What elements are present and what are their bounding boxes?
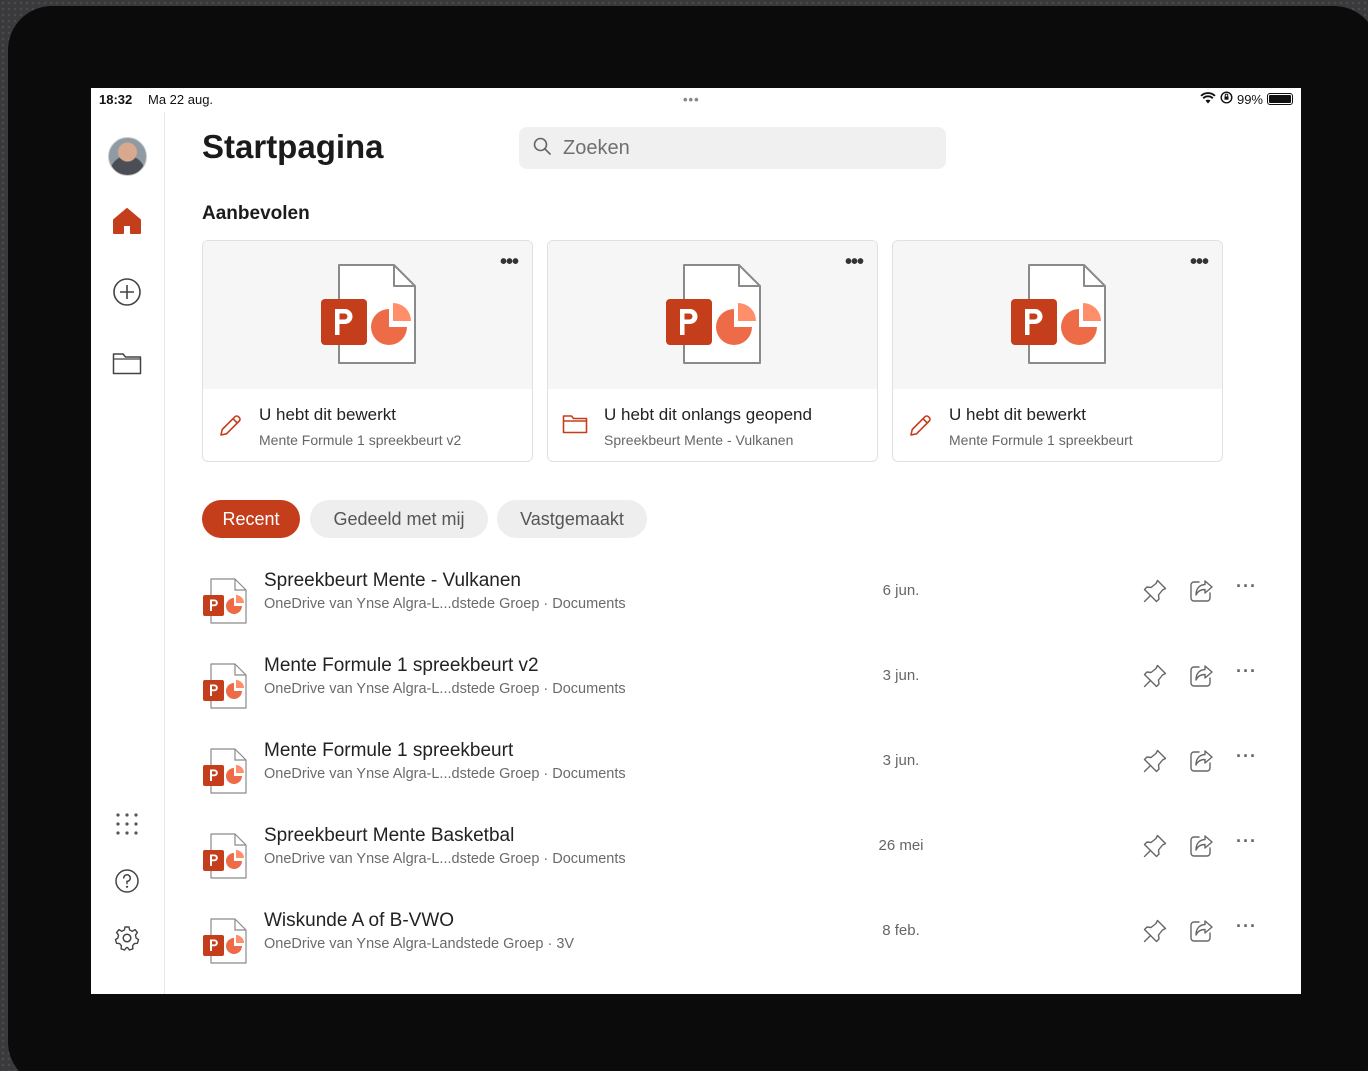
share-icon[interactable] — [1188, 833, 1214, 864]
battery-icon — [1267, 93, 1293, 105]
sidebar-item-files[interactable] — [110, 348, 144, 382]
more-options-button[interactable]: ··· — [1236, 831, 1257, 852]
powerpoint-file-icon — [664, 263, 762, 370]
recommended-card[interactable]: ••• U hebt dit bewerkt Mente Formule 1 s… — [892, 240, 1223, 462]
file-location: OneDrive van Ynse Algra-L...dstede Groep… — [264, 596, 626, 612]
status-right: 99% — [1200, 91, 1293, 107]
powerpoint-file-icon — [202, 833, 248, 884]
pin-icon[interactable] — [1142, 918, 1168, 949]
more-options-button[interactable]: ··· — [1236, 661, 1257, 682]
file-date: 3 jun. — [882, 667, 920, 684]
folder-icon — [112, 351, 142, 380]
more-options-button[interactable]: ··· — [1236, 916, 1257, 937]
pin-icon[interactable] — [1142, 578, 1168, 609]
file-date: 3 jun. — [882, 752, 920, 769]
apps-grid-icon — [115, 812, 139, 841]
card-action: U hebt dit bewerkt — [259, 405, 397, 424]
help-icon — [114, 868, 140, 899]
search-placeholder: Zoeken — [563, 136, 630, 159]
file-name: Spreekbeurt Mente Basketbal — [264, 825, 515, 846]
multitasking-dots[interactable]: ••• — [683, 92, 700, 107]
status-bar: 18:32 Ma 22 aug. ••• 99% — [91, 88, 1301, 112]
card-file-name: Mente Formule 1 spreekbeurt v2 — [259, 432, 462, 448]
folder-icon — [562, 413, 588, 440]
file-row[interactable]: Spreekbeurt Mente - Vulkanen OneDrive va… — [202, 568, 1262, 638]
settings-icon — [114, 925, 140, 956]
file-location: OneDrive van Ynse Algra-L...dstede Groep… — [264, 851, 626, 867]
powerpoint-file-icon — [319, 263, 417, 370]
pencil-icon — [907, 413, 933, 444]
share-icon[interactable] — [1188, 578, 1214, 609]
sidebar-item-home[interactable] — [110, 206, 144, 240]
powerpoint-file-icon — [202, 578, 248, 629]
tab-pinned[interactable]: Vastgemaakt — [497, 500, 647, 538]
sidebar-item-settings[interactable] — [110, 923, 144, 957]
file-location: OneDrive van Ynse Algra-L...dstede Groep… — [264, 766, 626, 782]
share-icon[interactable] — [1188, 748, 1214, 779]
card-file-name: Spreekbeurt Mente - Vulkanen — [604, 432, 794, 448]
file-row[interactable]: Mente Formule 1 spreekbeurt v2 OneDrive … — [202, 653, 1262, 723]
card-file-name: Mente Formule 1 spreekbeurt — [949, 432, 1133, 448]
card-more-button[interactable]: ••• — [1190, 252, 1209, 272]
more-options-button[interactable]: ··· — [1236, 576, 1257, 597]
status-time: 18:32 — [99, 92, 133, 107]
tab-shared-with-me[interactable]: Gedeeld met mij — [310, 500, 488, 538]
page-title: Startpagina — [202, 128, 384, 165]
recommended-title: Aanbevolen — [202, 203, 310, 224]
more-options-button[interactable]: ··· — [1236, 746, 1257, 767]
file-date: 8 feb. — [882, 922, 920, 939]
share-icon[interactable] — [1188, 663, 1214, 694]
file-date: 26 mei — [878, 837, 924, 854]
file-date: 6 jun. — [882, 582, 920, 599]
search-icon — [533, 137, 551, 160]
file-name: Spreekbeurt Mente - Vulkanen — [264, 570, 522, 591]
powerpoint-file-icon — [202, 663, 248, 714]
file-name: Wiskunde A of B-VWO — [264, 910, 455, 931]
home-icon — [112, 207, 142, 240]
orientation-lock-icon — [1220, 91, 1233, 107]
card-more-button[interactable]: ••• — [845, 252, 864, 272]
sidebar-item-help[interactable] — [110, 866, 144, 900]
recommended-card[interactable]: ••• U hebt dit onlangs geopend Spreekbeu… — [547, 240, 878, 462]
sidebar-item-apps[interactable] — [110, 809, 144, 843]
card-action: U hebt dit bewerkt — [949, 405, 1087, 424]
powerpoint-file-icon — [202, 918, 248, 969]
pencil-icon — [217, 413, 243, 444]
add-circle-icon — [112, 277, 142, 312]
app-screen: 18:32 Ma 22 aug. ••• 99% Startpagina Zoe… — [91, 88, 1301, 994]
pin-icon[interactable] — [1142, 663, 1168, 694]
tab-recent[interactable]: Recent — [202, 500, 300, 538]
status-date: Ma 22 aug. — [148, 92, 214, 107]
wifi-icon — [1200, 91, 1216, 107]
battery-percent: 99% — [1236, 91, 1263, 107]
file-name: Mente Formule 1 spreekbeurt — [264, 740, 514, 761]
file-name: Mente Formule 1 spreekbeurt v2 — [264, 655, 539, 676]
card-more-button[interactable]: ••• — [500, 252, 519, 272]
battery-fill — [1269, 95, 1291, 103]
powerpoint-file-icon — [1009, 263, 1107, 370]
share-icon[interactable] — [1188, 918, 1214, 949]
avatar[interactable] — [108, 137, 147, 176]
sidebar — [91, 112, 165, 994]
file-location: OneDrive van Ynse Algra-Landstede Groep … — [264, 936, 575, 952]
file-row[interactable]: Wiskunde A of B-VWO OneDrive van Ynse Al… — [202, 908, 1262, 978]
file-location: OneDrive van Ynse Algra-L...dstede Groep… — [264, 681, 626, 697]
recommended-card[interactable]: ••• U hebt dit bewerkt Mente Formule 1 s… — [202, 240, 533, 462]
sidebar-item-new[interactable] — [110, 277, 144, 311]
file-row[interactable]: Mente Formule 1 spreekbeurt OneDrive van… — [202, 738, 1262, 808]
file-row[interactable]: Spreekbeurt Mente Basketbal OneDrive van… — [202, 823, 1262, 893]
search-input[interactable]: Zoeken — [519, 127, 946, 169]
pin-icon[interactable] — [1142, 833, 1168, 864]
powerpoint-file-icon — [202, 748, 248, 799]
pin-icon[interactable] — [1142, 748, 1168, 779]
card-action: U hebt dit onlangs geopend — [604, 405, 812, 424]
